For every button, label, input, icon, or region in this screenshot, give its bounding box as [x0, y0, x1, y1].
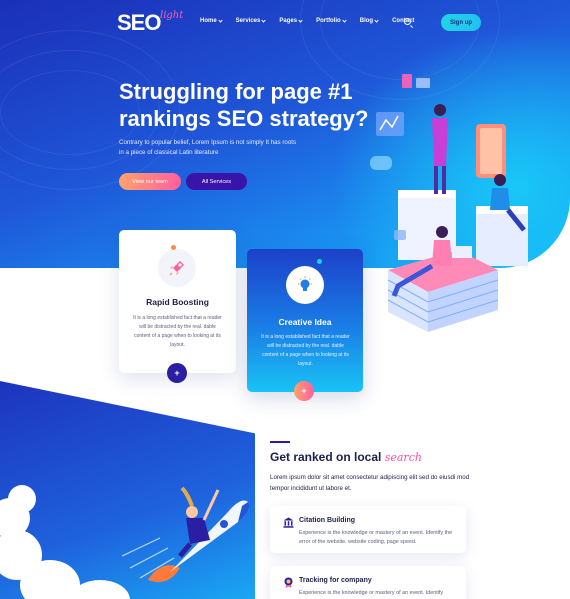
- search-icon[interactable]: [404, 18, 411, 25]
- feature-card-creative-idea: Creative Idea It is a long established f…: [247, 249, 363, 401]
- nav-item-services[interactable]: Services: [236, 17, 266, 24]
- main-nav: Home Services Pages Portfolio Blog Conta…: [200, 17, 428, 24]
- chevron-down-icon: [218, 17, 223, 23]
- bank-icon: [283, 517, 294, 528]
- nav-item-home[interactable]: Home: [200, 17, 223, 24]
- decorative-dot: [171, 245, 176, 250]
- feature-icon-wrap: [158, 249, 196, 287]
- feature-text: It is a long established fact that a rea…: [261, 334, 350, 367]
- logo[interactable]: SEO: [117, 10, 161, 36]
- info-title: Tracking for company: [299, 577, 372, 584]
- info-text: Experience is the knowledge or mastery o…: [299, 530, 453, 545]
- chevron-down-icon: [298, 17, 303, 23]
- chevron-down-icon: [261, 17, 266, 23]
- section-description: Lorem ipsum dolor sit amet consectetur a…: [270, 474, 470, 492]
- rocket-illustration: [121, 486, 250, 583]
- chevron-down-icon: [342, 17, 347, 23]
- info-text: Experience is the knowledge or mastery o…: [299, 590, 444, 596]
- nav-item-pages[interactable]: Pages: [279, 17, 303, 24]
- info-card-citation-building[interactable]: Citation Building Experience is the know…: [270, 506, 466, 553]
- all-services-button[interactable]: All Services: [186, 173, 247, 190]
- chevron-down-icon: [374, 17, 379, 23]
- feature-text: It is a long established fact that a rea…: [133, 315, 222, 348]
- nav-item-blog[interactable]: Blog: [360, 17, 379, 24]
- hero-description: Contrary to popular belief, Lorem Ipsum …: [119, 139, 297, 156]
- feature-more-button[interactable]: +: [167, 363, 187, 383]
- section-divider: [270, 441, 290, 443]
- feature-more-button[interactable]: +: [294, 381, 314, 401]
- logo-suffix: light: [160, 10, 184, 21]
- signup-button[interactable]: Sign up: [441, 14, 481, 31]
- hero-illustration: [370, 74, 528, 332]
- feature-icon-wrap: [286, 266, 324, 304]
- section-title: Get ranked on local search: [270, 450, 422, 464]
- info-title: Citation Building: [299, 517, 355, 524]
- feature-title: Rapid Boosting: [146, 297, 209, 307]
- rocket-icon: [169, 261, 184, 276]
- decorative-dot: [317, 259, 322, 264]
- feature-card-rapid-boosting: Rapid Boosting It is a long established …: [119, 230, 236, 383]
- hero-title: Struggling for page #1 rankings SEO stra…: [119, 79, 369, 131]
- lightbulb-icon: [298, 276, 312, 291]
- info-card-tracking[interactable]: Tracking for company Experience is the k…: [270, 566, 466, 599]
- feature-title: Creative Idea: [278, 317, 332, 327]
- nav-item-portfolio[interactable]: Portfolio: [316, 17, 347, 24]
- badge-icon: [284, 577, 293, 588]
- cloud-decoration: [8, 485, 36, 513]
- view-team-button[interactable]: View our team: [119, 173, 181, 190]
